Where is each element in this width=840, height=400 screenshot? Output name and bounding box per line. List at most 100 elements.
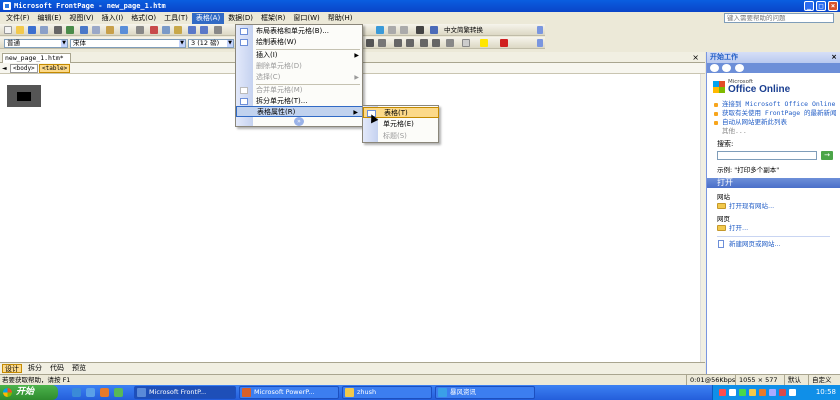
borders-icon[interactable] bbox=[446, 39, 454, 47]
expand-menu-icon[interactable]: » bbox=[294, 117, 304, 126]
insert-picture-icon[interactable] bbox=[106, 26, 114, 34]
copy-icon[interactable] bbox=[162, 26, 170, 34]
back-icon[interactable] bbox=[710, 64, 719, 72]
menu-data[interactable]: 数据(D) bbox=[224, 13, 257, 24]
taskbar-frontpage[interactable]: Microsoft FrontP... bbox=[134, 386, 236, 399]
tab-preview[interactable]: 预览 bbox=[70, 364, 88, 373]
paste-icon[interactable] bbox=[174, 26, 182, 34]
tag-table[interactable]: <table> bbox=[39, 64, 71, 73]
menu-item-table-properties[interactable]: 表格属性(R) ▶ bbox=[236, 106, 363, 117]
minimize-button[interactable]: _ bbox=[804, 1, 814, 11]
menu-item-draw-table[interactable]: 绘制表格(W) bbox=[236, 37, 363, 48]
font-color-icon[interactable] bbox=[500, 39, 508, 47]
close-icon[interactable]: × bbox=[692, 53, 699, 62]
toolbar-grip-icon[interactable] bbox=[537, 26, 543, 34]
font-select[interactable]: 宋体 ▼ bbox=[70, 39, 186, 48]
tray-security-icon[interactable] bbox=[779, 389, 786, 396]
font-size-select[interactable]: 3 (12 磅) ▼ bbox=[188, 39, 234, 48]
tab-design[interactable]: 设计 bbox=[2, 364, 22, 373]
publish-icon[interactable] bbox=[40, 26, 48, 34]
menu-format[interactable]: 格式(O) bbox=[127, 13, 160, 24]
link-latest-news[interactable]: 获取有关使用 FrontPage 的最新新闻 bbox=[713, 110, 840, 117]
chevron-down-icon[interactable]: ▼ bbox=[61, 40, 67, 47]
search-go-button[interactable]: → bbox=[821, 151, 833, 160]
page-table[interactable] bbox=[7, 85, 41, 107]
shrink-font-icon[interactable] bbox=[378, 39, 386, 47]
show-all-icon[interactable] bbox=[416, 26, 424, 34]
search-input[interactable] bbox=[717, 151, 817, 160]
open-website-link[interactable]: 打开现有网站... bbox=[717, 202, 840, 210]
bullets-icon[interactable] bbox=[406, 39, 414, 47]
search-icon[interactable] bbox=[120, 26, 128, 34]
tray-input-icon[interactable] bbox=[769, 389, 776, 396]
tray-volume-icon[interactable] bbox=[749, 389, 756, 396]
format-painter-icon[interactable] bbox=[214, 26, 222, 34]
preview-icon[interactable] bbox=[66, 26, 74, 34]
cut-icon[interactable] bbox=[150, 26, 158, 34]
menu-item-layout-table[interactable]: 布局表格和单元格(B)... bbox=[236, 26, 363, 37]
numbering-icon[interactable] bbox=[394, 39, 402, 47]
document-tab[interactable]: new_page_1.htm* bbox=[2, 53, 71, 63]
decrease-indent-icon[interactable] bbox=[420, 39, 428, 47]
spelling-icon[interactable] bbox=[80, 26, 88, 34]
link-connect-office-online[interactable]: 连接到 Microsoft Office Online bbox=[713, 101, 840, 108]
forward-icon[interactable] bbox=[722, 64, 731, 72]
tab-split[interactable]: 拆分 bbox=[26, 364, 44, 373]
menu-item-select[interactable]: 选择(C) ▶ bbox=[236, 72, 363, 83]
maximize-button[interactable]: □ bbox=[816, 1, 826, 11]
close-window-button[interactable]: × bbox=[828, 1, 838, 11]
help-icon[interactable] bbox=[430, 26, 438, 34]
insert-table-icon[interactable] bbox=[92, 26, 100, 34]
refresh-icon[interactable] bbox=[388, 26, 396, 34]
media-player-icon[interactable] bbox=[100, 388, 109, 397]
tray-app-icon[interactable] bbox=[759, 389, 766, 396]
stop-icon[interactable] bbox=[400, 26, 408, 34]
link-more[interactable]: 其他... bbox=[713, 128, 840, 135]
menu-edit[interactable]: 编辑(E) bbox=[34, 13, 66, 24]
menu-window[interactable]: 窗口(W) bbox=[289, 13, 323, 24]
chinese-convert-button[interactable]: 中文简繁转换 bbox=[444, 26, 483, 34]
link-auto-update[interactable]: 自动从网站更新此列表 bbox=[713, 119, 840, 126]
undo-icon[interactable] bbox=[188, 26, 196, 34]
new-page-or-site-link[interactable]: 新建网页或网站... bbox=[717, 240, 840, 248]
chevron-down-icon[interactable]: ▼ bbox=[179, 40, 185, 47]
menu-view[interactable]: 视图(V) bbox=[65, 13, 97, 24]
menu-item-merge-cells[interactable]: 合并单元格(M) bbox=[236, 85, 363, 96]
close-icon[interactable]: × bbox=[831, 52, 837, 63]
tab-code[interactable]: 代码 bbox=[48, 364, 66, 373]
style-select[interactable]: 普通 ▼ bbox=[4, 39, 68, 48]
help-question-input[interactable]: 键入需要帮助的问题 bbox=[724, 13, 834, 23]
menu-help[interactable]: 帮助(H) bbox=[324, 13, 357, 24]
frontpage-app-icon[interactable] bbox=[3, 2, 11, 10]
save-icon[interactable] bbox=[28, 26, 36, 34]
tray-antivirus-icon[interactable] bbox=[719, 389, 726, 396]
quick-launch-icon[interactable] bbox=[114, 388, 123, 397]
show-desktop-icon[interactable] bbox=[86, 388, 95, 397]
open-page-link[interactable]: 打开... bbox=[717, 224, 840, 232]
tag-body[interactable]: <body> bbox=[10, 64, 38, 73]
home-icon[interactable] bbox=[735, 64, 744, 72]
start-button[interactable]: 开始 bbox=[0, 385, 58, 400]
ie-icon[interactable] bbox=[72, 388, 81, 397]
hyperlink-icon[interactable] bbox=[376, 26, 384, 34]
tray-qq-icon[interactable] bbox=[739, 389, 746, 396]
menu-table[interactable]: 表格(A) bbox=[191, 12, 225, 24]
submenu-item-caption[interactable]: 标题(S) bbox=[363, 131, 439, 142]
menu-frames[interactable]: 框架(R) bbox=[257, 13, 289, 24]
menu-file[interactable]: 文件(F) bbox=[2, 13, 34, 24]
menu-item-delete-cells[interactable]: 删除单元格(D) bbox=[236, 61, 363, 72]
toolbar-options-icon[interactable] bbox=[136, 26, 144, 34]
highlight-icon[interactable] bbox=[480, 39, 488, 47]
print-icon[interactable] bbox=[54, 26, 62, 34]
redo-icon[interactable] bbox=[200, 26, 208, 34]
menu-insert[interactable]: 插入(I) bbox=[98, 13, 128, 24]
grow-font-icon[interactable] bbox=[366, 39, 374, 47]
tray-network-icon[interactable] bbox=[729, 389, 736, 396]
tag-scroll-left-icon[interactable]: ◄ bbox=[2, 65, 7, 72]
menu-item-insert[interactable]: 插入(I) ▶ bbox=[236, 50, 363, 61]
menu-tools[interactable]: 工具(T) bbox=[160, 13, 192, 24]
tray-sync-icon[interactable] bbox=[789, 389, 796, 396]
increase-indent-icon[interactable] bbox=[432, 39, 440, 47]
new-page-icon[interactable] bbox=[4, 26, 12, 34]
table-icon[interactable] bbox=[462, 39, 470, 47]
